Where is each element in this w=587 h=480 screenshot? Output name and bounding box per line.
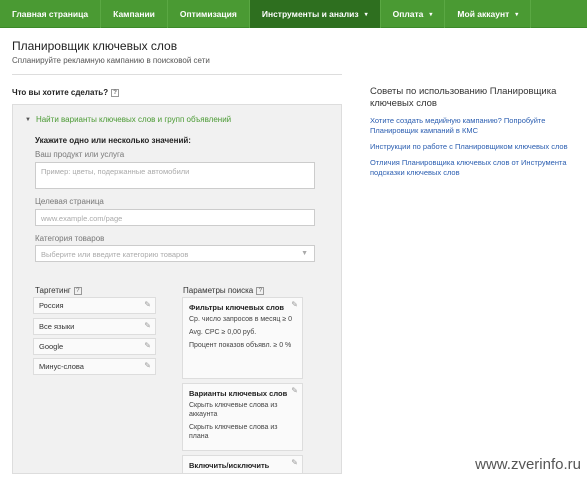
targeting-label: Таргетинг	[35, 286, 71, 295]
help-icon[interactable]: ?	[256, 286, 265, 295]
product-input[interactable]: Пример: цветы, подержанные автомобили	[35, 162, 315, 189]
include-exclude-title: Включить/исключить	[189, 461, 270, 470]
nav-home[interactable]: Главная страница	[0, 0, 102, 28]
nav-campaigns-label: Кампании	[113, 9, 155, 19]
nav-optimization-label: Оптимизация	[179, 9, 237, 19]
tip-link[interactable]: Хотите создать медийную кампанию? Попроб…	[370, 116, 582, 136]
category-placeholder: Выберите или введите категорию товаров	[41, 250, 189, 259]
tip-link[interactable]: Инструкции по работе с Планировщиком клю…	[370, 142, 582, 152]
option-row: Скрыть ключевые слова из плана	[189, 424, 278, 440]
keyword-options-card[interactable]: ✎ Варианты ключевых слов Скрыть ключевые…	[182, 383, 303, 451]
nav-account[interactable]: Мой аккаунт ▾	[445, 0, 532, 28]
keyword-filters-title: Фильтры ключевых слов	[189, 303, 285, 312]
nav-tools[interactable]: Инструменты и анализ ▾	[249, 0, 381, 28]
keyword-options-title: Варианты ключевых слов	[189, 389, 288, 398]
panel-heading-label: Найти варианты ключевых слов и групп объ…	[35, 115, 232, 124]
question-text: Что вы хотите сделать?	[12, 88, 109, 97]
nav-account-label: Мой аккаунт	[457, 9, 510, 19]
pencil-icon[interactable]: ✎	[144, 321, 151, 330]
chevron-down-icon: ▾	[515, 11, 519, 18]
help-icon[interactable]: ?	[111, 88, 120, 97]
targeting-title: Таргетинг?	[35, 286, 82, 295]
targeting-negative-keywords[interactable]: Минус-слова ✎	[33, 358, 156, 375]
chevron-down-icon: ▼	[301, 250, 308, 257]
page-subtitle: Спланируйте рекламную кампанию в поисков…	[12, 56, 210, 65]
filter-row: Ср. число запросов в месяц ≥ 0	[189, 316, 293, 323]
search-params-label: Параметры поиска	[183, 286, 254, 295]
nav-optimization[interactable]: Оптимизация	[168, 0, 250, 28]
product-label: Ваш продукт или услуга	[35, 150, 125, 159]
find-keywords-panel: ▼ Найти варианты ключевых слов и групп о…	[12, 104, 342, 474]
help-icon[interactable]: ?	[73, 286, 82, 295]
targeting-language-label: Все языки	[39, 322, 75, 331]
tips-title: Советы по использованию Планировщика клю…	[370, 86, 557, 109]
question-label: Что вы хотите сделать??	[12, 88, 120, 97]
watermark: www.zverinfo.ru	[475, 456, 581, 473]
divider	[12, 74, 342, 75]
nav-billing-label: Оплата	[392, 9, 424, 19]
nav-campaigns[interactable]: Кампании	[101, 0, 168, 28]
triangle-down-icon: ▼	[25, 116, 31, 123]
targeting-network[interactable]: Google ✎	[33, 338, 156, 355]
chevron-down-icon: ▾	[364, 11, 368, 18]
include-exclude-card[interactable]: ✎ Включить/исключить	[182, 455, 303, 473]
targeting-network-label: Google	[39, 342, 64, 351]
option-row: Скрыть ключевые слова из аккаунта	[189, 402, 278, 418]
landing-label: Целевая страница	[35, 197, 104, 206]
pencil-icon[interactable]: ✎	[291, 458, 298, 467]
instruction-text: Укажите одно или несколько значений:	[35, 136, 191, 145]
pencil-icon[interactable]: ✎	[291, 386, 298, 395]
chevron-down-icon: ▾	[429, 11, 433, 18]
keyword-filters-card[interactable]: ✎ Фильтры ключевых слов Ср. число запрос…	[182, 297, 303, 379]
panel-heading[interactable]: ▼ Найти варианты ключевых слов и групп о…	[25, 115, 231, 124]
category-label: Категория товаров	[35, 234, 105, 243]
landing-page-input[interactable]: www.example.com/page	[35, 209, 315, 226]
targeting-language[interactable]: Все языки ✎	[33, 318, 156, 335]
tip-link[interactable]: Отличия Планировщика ключевых слов от Ин…	[370, 158, 582, 178]
top-nav: Главная страница Кампании Оптимизация Ин…	[0, 0, 587, 28]
pencil-icon[interactable]: ✎	[144, 300, 151, 309]
nav-tools-label: Инструменты и анализ	[261, 9, 359, 19]
nav-home-label: Главная страница	[12, 9, 89, 19]
targeting-negative-label: Минус-слова	[39, 362, 84, 371]
pencil-icon[interactable]: ✎	[144, 341, 151, 350]
filter-row: Процент показов объявл. ≥ 0 %	[189, 342, 292, 349]
pencil-icon[interactable]: ✎	[144, 361, 151, 370]
targeting-location[interactable]: Россия ✎	[33, 297, 156, 314]
pencil-icon[interactable]: ✎	[291, 300, 298, 309]
filter-row: Avg. CPC ≥ 0,00 руб.	[189, 329, 257, 336]
page-title: Планировщик ключевых слов	[12, 39, 178, 53]
search-params-title: Параметры поиска?	[183, 286, 265, 295]
nav-billing[interactable]: Оплата ▾	[381, 0, 446, 28]
targeting-location-label: Россия	[39, 301, 64, 310]
category-select[interactable]: Выберите или введите категорию товаров ▼	[35, 245, 315, 262]
